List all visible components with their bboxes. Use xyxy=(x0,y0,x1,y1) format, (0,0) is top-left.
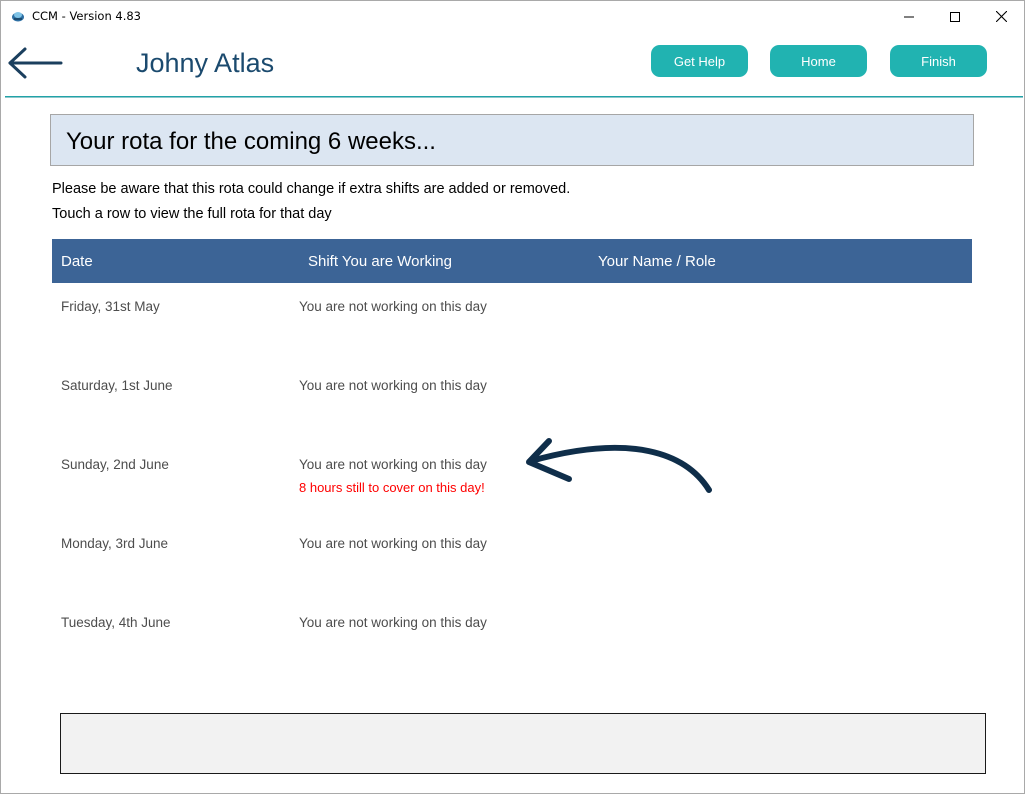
row-date: Saturday, 1st June xyxy=(61,378,173,393)
row-shift: You are not working on this day xyxy=(299,457,487,472)
maximize-button[interactable] xyxy=(932,1,978,32)
table-row[interactable]: Saturday, 1st June You are not working o… xyxy=(52,363,972,442)
row-date: Friday, 31st May xyxy=(61,299,160,314)
app-window: CCM - Version 4.83 Johny Atlas Get Help … xyxy=(0,0,1025,794)
close-icon xyxy=(995,11,1007,22)
column-header-name-role: Your Name / Role xyxy=(598,253,716,270)
back-arrow-icon[interactable] xyxy=(7,46,63,80)
minimize-button[interactable] xyxy=(886,1,932,32)
row-shift: You are not working on this day xyxy=(299,536,487,551)
touch-hint-text: Touch a row to view the full rota for th… xyxy=(52,206,332,222)
column-header-shift: Shift You are Working xyxy=(308,253,452,270)
row-date: Monday, 3rd June xyxy=(61,536,169,551)
banner-title: Your rota for the coming 6 weeks... xyxy=(66,128,436,155)
window-title: CCM - Version 4.83 xyxy=(32,9,141,23)
minimize-icon xyxy=(904,16,914,17)
row-shift: You are not working on this day xyxy=(299,299,487,314)
close-button[interactable] xyxy=(978,1,1024,32)
row-date: Sunday, 2nd June xyxy=(61,457,169,472)
header-divider xyxy=(5,96,1023,98)
get-help-button[interactable]: Get Help xyxy=(651,45,748,77)
table-row[interactable]: Friday, 31st May You are not working on … xyxy=(52,284,972,363)
maximize-icon xyxy=(950,11,960,22)
app-header: Johny Atlas Get Help Home Finish xyxy=(1,32,1024,96)
row-cover-warning: 8 hours still to cover on this day! xyxy=(299,480,485,495)
user-name: Johny Atlas xyxy=(136,48,275,78)
rota-table-header: Date Shift You are Working Your Name / R… xyxy=(52,239,972,283)
table-row[interactable]: Monday, 3rd June You are not working on … xyxy=(52,521,972,600)
table-row[interactable]: Tuesday, 4th June You are not working on… xyxy=(52,600,972,679)
annotation-arrow-icon xyxy=(526,438,712,493)
rota-banner: Your rota for the coming 6 weeks... xyxy=(50,114,974,166)
column-header-date: Date xyxy=(61,253,93,270)
app-logo-icon xyxy=(12,12,24,22)
row-date: Tuesday, 4th June xyxy=(61,615,171,630)
title-bar: CCM - Version 4.83 xyxy=(1,1,1024,32)
row-shift: You are not working on this day xyxy=(299,378,487,393)
table-row[interactable]: Sunday, 2nd June You are not working on … xyxy=(52,442,972,521)
row-shift: You are not working on this day xyxy=(299,615,487,630)
home-button[interactable]: Home xyxy=(770,45,867,77)
change-warning-text: Please be aware that this rota could cha… xyxy=(52,181,571,197)
finish-button[interactable]: Finish xyxy=(890,45,987,77)
bottom-panel xyxy=(60,713,986,774)
